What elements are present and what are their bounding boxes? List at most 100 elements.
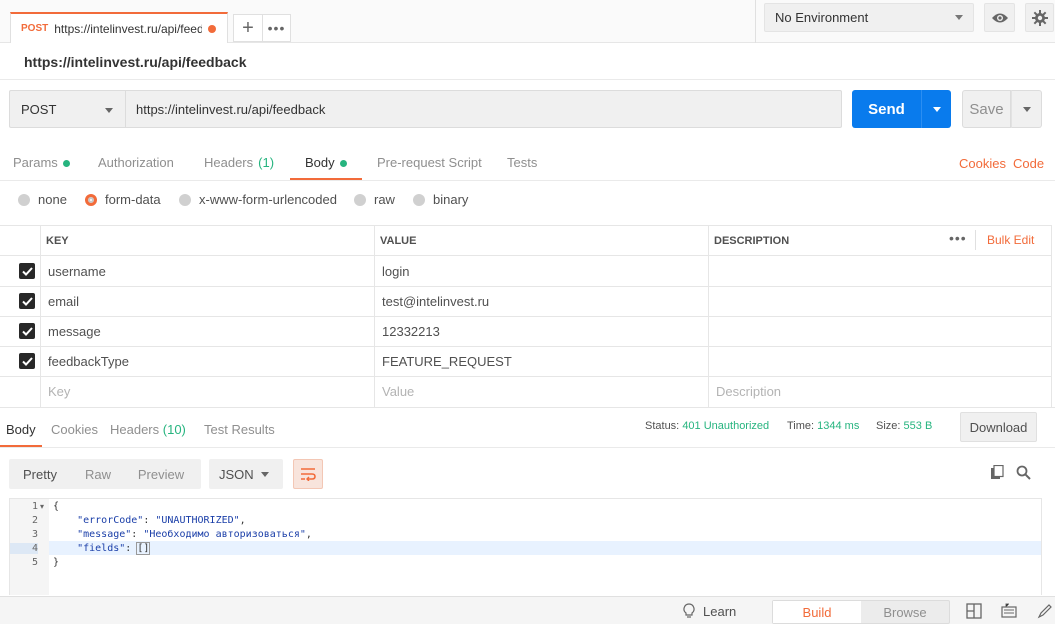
save-options-button[interactable]: [1011, 90, 1042, 128]
view-pretty-button[interactable]: Pretty: [9, 459, 71, 489]
plus-icon: +: [242, 16, 254, 39]
row-description[interactable]: [709, 316, 1051, 346]
request-title: https://intelinvest.ru/api/feedback: [24, 54, 247, 70]
radio-circle-selected: [85, 193, 97, 206]
fold-arrow-icon[interactable]: ▾: [40, 502, 44, 511]
row-value[interactable]: FEATURE_REQUEST: [375, 346, 708, 376]
new-key-input[interactable]: Key: [41, 376, 374, 406]
status-value[interactable]: 401 Unauthorized: [682, 420, 769, 432]
url-input[interactable]: https://intelinvest.ru/api/feedback: [125, 90, 842, 128]
radio-urlencoded-label: x-www-form-urlencoded: [199, 192, 337, 207]
checkmark-icon: [21, 296, 33, 306]
tab-tests[interactable]: Tests: [507, 155, 537, 181]
tab-body-label: Body: [305, 155, 335, 170]
bulk-edit-link[interactable]: Bulk Edit: [987, 233, 1034, 247]
tab-url-label: https://intelinvest.ru/api/feedba: [54, 21, 203, 36]
view-preview-button[interactable]: Preview: [125, 459, 197, 489]
row-key[interactable]: email: [41, 286, 374, 316]
row-description[interactable]: [709, 286, 1051, 316]
response-tab-headers[interactable]: Headers (10): [110, 422, 186, 448]
row-checkbox[interactable]: [19, 263, 35, 279]
build-mode-button[interactable]: Build: [773, 601, 861, 623]
row-key[interactable]: username: [41, 256, 374, 286]
environment-label: No Environment: [775, 10, 869, 25]
help-button[interactable]: [1037, 603, 1053, 622]
tab-headers[interactable]: Headers (1): [204, 155, 274, 181]
keyboard-shortcuts-button[interactable]: [1001, 603, 1017, 622]
active-line-highlight: [10, 541, 1041, 555]
row-key[interactable]: feedbackType: [41, 346, 374, 376]
row-description[interactable]: [709, 256, 1051, 286]
send-button[interactable]: Send: [852, 90, 921, 128]
code-line: "message": "Необходимо авторизоваться",: [77, 529, 312, 540]
radio-raw[interactable]: raw: [354, 192, 395, 207]
tab-headers-count: (1): [258, 155, 275, 170]
chevron-down-icon: [105, 108, 113, 113]
download-button[interactable]: Download: [960, 412, 1037, 442]
row-value[interactable]: 12332213: [375, 316, 708, 346]
format-select[interactable]: JSON: [209, 459, 283, 489]
code-line: "errorCode": "UNAUTHORIZED",: [77, 515, 246, 526]
lightbulb-icon: [683, 603, 695, 618]
wrap-line-button[interactable]: [293, 459, 323, 489]
environment-quick-look-button[interactable]: [984, 3, 1015, 32]
new-description-input[interactable]: Description: [709, 376, 1051, 406]
response-tab-test-results[interactable]: Test Results: [204, 422, 275, 448]
row-checkbox[interactable]: [19, 353, 35, 369]
response-body-editor[interactable]: 1 ▾ 2 3 4 5 { "errorCode": "UNAUTHORIZED…: [9, 498, 1042, 595]
save-button[interactable]: Save: [962, 90, 1011, 128]
active-dot-icon: [339, 160, 347, 167]
tab-options-button[interactable]: •••: [263, 14, 291, 42]
radio-circle: [354, 193, 366, 206]
radio-raw-label: raw: [374, 192, 395, 207]
chevron-down-icon: [955, 15, 963, 20]
row-description[interactable]: [709, 346, 1051, 376]
response-tab-cookies[interactable]: Cookies: [51, 422, 98, 448]
copy-button[interactable]: [990, 464, 1005, 483]
checkmark-icon: [21, 326, 33, 336]
tab-params[interactable]: Params: [13, 155, 70, 181]
row-value[interactable]: login: [375, 256, 708, 286]
row-checkbox[interactable]: [19, 293, 35, 309]
radio-binary[interactable]: binary: [413, 192, 468, 207]
cookies-link[interactable]: Cookies: [959, 156, 1006, 171]
radio-none[interactable]: none: [18, 192, 67, 207]
request-tab[interactable]: POST https://intelinvest.ru/api/feedba: [10, 12, 228, 43]
time-value[interactable]: 1344 ms: [817, 420, 859, 432]
size-value[interactable]: 553 B: [904, 420, 933, 432]
tab-authorization[interactable]: Authorization: [98, 155, 174, 181]
two-pane-icon: [966, 603, 982, 619]
format-label: JSON: [219, 466, 254, 482]
table-options-button[interactable]: •••: [949, 230, 967, 246]
tab-params-label: Params: [13, 155, 58, 170]
row-checkbox[interactable]: [19, 323, 35, 339]
status-label: Status:: [645, 420, 680, 432]
method-select[interactable]: POST: [9, 90, 125, 128]
settings-button[interactable]: [1025, 3, 1054, 32]
radio-urlencoded[interactable]: x-www-form-urlencoded: [179, 192, 337, 207]
code-line: }: [53, 557, 59, 568]
environment-select[interactable]: No Environment: [764, 3, 974, 32]
json-key: "fields": [77, 543, 126, 554]
search-button[interactable]: [1016, 465, 1031, 483]
new-tab-button[interactable]: +: [233, 14, 263, 42]
response-tab-body[interactable]: Body: [0, 422, 42, 448]
new-value-input[interactable]: Value: [375, 376, 708, 406]
tab-prerequest-script[interactable]: Pre-request Script: [377, 155, 482, 181]
tab-body[interactable]: Body: [290, 155, 362, 181]
two-pane-view-button[interactable]: [966, 603, 982, 622]
brace: {: [53, 501, 60, 512]
send-options-button[interactable]: [921, 90, 951, 128]
column-header-key: KEY: [46, 234, 69, 247]
row-key[interactable]: message: [41, 316, 374, 346]
help-icon: [1037, 604, 1052, 619]
view-raw-button[interactable]: Raw: [71, 459, 125, 489]
table-border: [1051, 225, 1052, 407]
code-link[interactable]: Code: [1013, 156, 1044, 171]
column-header-value: VALUE: [380, 234, 417, 247]
method-label: POST: [21, 101, 57, 117]
radio-form-data[interactable]: form-data: [85, 192, 161, 207]
learn-button[interactable]: Learn: [683, 603, 736, 619]
browse-mode-button[interactable]: Browse: [861, 601, 949, 623]
row-value[interactable]: test@intelinvest.ru: [375, 286, 708, 316]
